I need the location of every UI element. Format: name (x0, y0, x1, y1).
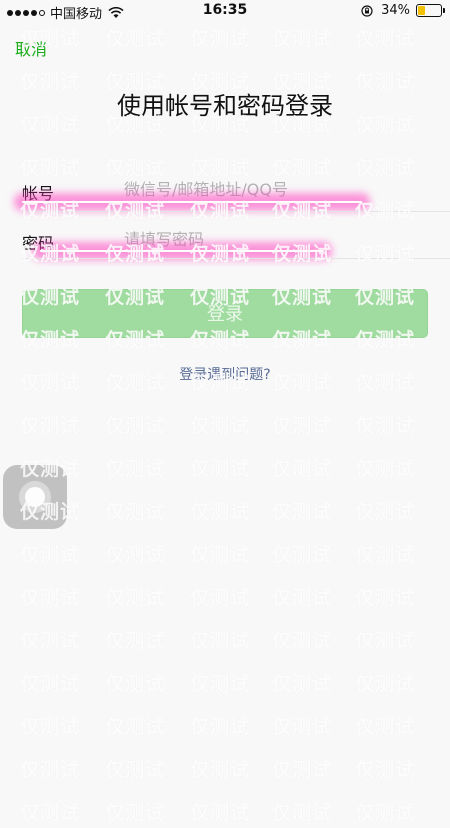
watermark-text: 仅测试 (272, 587, 333, 609)
watermark-row: 仅测试 仅测试 仅测试 仅测试 仅测试 (0, 798, 450, 828)
watermark-text: 仅测试 (190, 673, 251, 695)
watermark-text: 仅测试 (355, 458, 416, 480)
watermark-text: 仅测试 (190, 587, 251, 609)
watermark-text: 仅测试 (355, 673, 416, 695)
watermark-text: 仅测试 (20, 716, 81, 738)
watermark-text: 仅测试 (105, 458, 166, 480)
watermark-text: 仅测试 (355, 759, 416, 781)
watermark-row: 仅测试 仅测试 仅测试 仅测试 仅测试 (0, 497, 450, 527)
watermark-text: 仅测试 (190, 501, 251, 523)
watermark-text: 仅测试 (190, 630, 251, 652)
watermark-text: 仅测试 (190, 759, 251, 781)
watermark-text: 仅测试 (105, 587, 166, 609)
watermark-text: 仅测试 (272, 501, 333, 523)
watermark-row: 仅测试 仅测试 仅测试 仅测试 仅测试 (0, 454, 450, 484)
password-divider (22, 258, 450, 259)
battery-icon (416, 4, 445, 17)
login-help-link[interactable]: 登录遇到问题? (0, 364, 450, 384)
watermark-text: 仅测试 (355, 544, 416, 566)
watermark-text: 仅测试 (105, 802, 166, 824)
watermark-text: 仅测试 (272, 673, 333, 695)
watermark-text: 仅测试 (105, 28, 166, 50)
watermark-text: 仅测试 (190, 716, 251, 738)
watermark-text: 仅测试 (272, 544, 333, 566)
page-title: 使用帐号和密码登录 (117, 92, 333, 120)
watermark-text: 仅测试 (105, 544, 166, 566)
watermark-row: 仅测试 仅测试 仅测试 仅测试 仅测试 (0, 755, 450, 785)
watermark-row: 仅测试 仅测试 仅测试 仅测试 仅测试 (0, 669, 450, 699)
watermark-text: 仅测试 (190, 415, 251, 437)
watermark-row: 仅测试 仅测试 仅测试 仅测试 仅测试 (0, 24, 450, 54)
account-divider (22, 211, 450, 212)
status-right: 34% (361, 3, 445, 18)
watermark-text: 仅测试 (20, 630, 81, 652)
orientation-lock-icon (361, 4, 373, 17)
watermark-text: 仅测试 (272, 415, 333, 437)
assistive-touch-core-icon (25, 487, 45, 507)
watermark-text: 仅测试 (190, 802, 251, 824)
watermark-text: 仅测试 (355, 415, 416, 437)
battery-percent: 34% (381, 3, 410, 18)
watermark-text: 仅测试 (355, 501, 416, 523)
watermark-row: 仅测试 仅测试 仅测试 仅测试 仅测试 (0, 583, 450, 613)
watermark-text: 仅测试 (190, 544, 251, 566)
password-redaction-stroke (40, 250, 324, 252)
watermark-text: 仅测试 (20, 673, 81, 695)
watermark-row: 仅测试 仅测试 仅测试 仅测试 仅测试 (0, 540, 450, 570)
account-redaction-stroke (22, 201, 362, 203)
watermark-text: 仅测试 (105, 501, 166, 523)
battery-level-fill (418, 6, 426, 15)
watermark-text: 仅测试 (105, 630, 166, 652)
watermark-text: 仅测试 (272, 28, 333, 50)
watermark-text: 仅测试 (20, 415, 81, 437)
watermark-text: 仅测试 (272, 759, 333, 781)
watermark-text: 仅测试 (105, 415, 166, 437)
watermark-text: 仅测试 (20, 802, 81, 824)
watermark-row: 仅测试 仅测试 仅测试 仅测试 仅测试 (0, 626, 450, 656)
watermark-text: 仅测试 (190, 28, 251, 50)
watermark-text: 仅测试 (105, 759, 166, 781)
watermark-text: 仅测试 (355, 802, 416, 824)
watermark-text: 仅测试 (355, 587, 416, 609)
watermark-text: 仅测试 (190, 458, 251, 480)
watermark-text: 仅测试 (105, 673, 166, 695)
watermark-text: 仅测试 (105, 716, 166, 738)
watermark-text: 仅测试 (355, 28, 416, 50)
watermark-text: 仅测试 (272, 802, 333, 824)
watermark-text: 仅测试 (355, 630, 416, 652)
login-button[interactable]: 登录 (22, 289, 428, 338)
watermark-text: 仅测试 (272, 458, 333, 480)
assistive-touch-button[interactable] (3, 465, 67, 529)
status-bar: 中国移动 16:35 34% (0, 0, 450, 22)
watermark-text: 仅测试 (272, 630, 333, 652)
watermark-text: 仅测试 (20, 587, 81, 609)
watermark-row: 仅测试 仅测试 仅测试 仅测试 仅测试 (0, 712, 450, 742)
cancel-button[interactable]: 取消 (15, 36, 47, 60)
watermark-text: 仅测试 (355, 716, 416, 738)
watermark-text: 仅测试 (272, 716, 333, 738)
watermark-row: 仅测试 仅测试 仅测试 仅测试 仅测试 (0, 411, 450, 441)
watermark-text: 仅测试 (20, 759, 81, 781)
watermark-text: 仅测试 (20, 544, 81, 566)
